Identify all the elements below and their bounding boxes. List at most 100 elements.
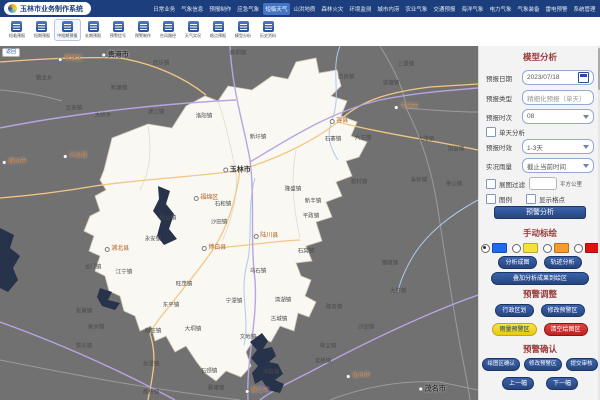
map-canvas[interactable]: 贵港市玉林市茂名市覃塘区横州市兴业县容县福绵区陆川县博白县浦北县岑溪市廉江市化州… [0,46,478,400]
color-swatch [523,243,538,253]
confirm-button-0[interactable]: 绘图区确认 [482,358,520,371]
color-swatch [554,243,569,253]
adjust-button-0[interactable]: 行政区划 [495,304,533,317]
manual-plot-button-0[interactable]: 分析成图 [498,256,536,269]
topnav-item-15[interactable]: 系统管理 [571,3,598,15]
tab-8[interactable]: 格点预报 [206,19,231,41]
forecast-type-value: 精细化预报（单天） [527,93,586,103]
adjust-button-3[interactable]: 清空绘图区 [544,323,588,336]
panel-title: 模型分析 [479,51,600,63]
tab-4[interactable]: 预警信号 [106,19,131,41]
tab-bar: 短临预报 短期预报 中短期预报长期预报预警信号 预警制作台风路径天气实况 格点预报模型分… [0,17,600,49]
analysis-panel: 模型分析 预报日期 2023/07/18 预报类型 精细化预报（单天） 预报时次… [478,46,600,400]
lead-time-value: 1-3天 [527,142,543,152]
topnav-item-14[interactable]: 雷电预警 [543,3,570,15]
plot-color-option-2[interactable] [543,243,569,253]
tab-0[interactable]: 短临预报 [4,19,29,41]
legend-checkbox[interactable] [486,194,496,204]
tab-9[interactable]: 模型分析 [231,19,256,41]
topnav-item-9[interactable]: 农业气象 [403,3,430,15]
tab-icon [263,21,274,32]
forecast-time-select[interactable]: 08 [522,109,594,124]
topnav-item-13[interactable]: 气象装备 [515,3,542,15]
radio-icon [512,244,521,253]
chevron-down-icon [583,164,589,168]
map-back-button[interactable]: 返回 [2,48,20,57]
warning-analyze-button[interactable]: 预警分析 [494,206,586,219]
lead-time-label: 预报时效 [486,142,522,152]
topnav-item-6[interactable]: 森林火灾 [319,3,346,15]
app-title: 玉林市业务制作系统 [20,4,83,14]
tab-2[interactable]: 中短期预报 [54,19,81,41]
confirm-button-2[interactable]: 提交审核 [566,358,598,371]
topnav-item-5[interactable]: 山洪地质 [291,3,318,15]
topnav-item-12[interactable]: 电力气象 [487,3,514,15]
warning-confirm-buttons: 绘图区确认修改预警区提交审核 [479,358,600,371]
rain-label: 实况雨量 [486,161,522,171]
topnav-item-0[interactable]: 日常业务 [151,3,178,15]
radio-icon [481,244,490,253]
forecast-time-value: 08 [527,113,534,120]
tab-label: 中短期预报 [57,33,77,38]
filter-area-input[interactable] [529,177,557,190]
topnav-item-11[interactable]: 海洋气象 [459,3,486,15]
topnav-item-8[interactable]: 城市内涝 [375,3,402,15]
app-logo[interactable]: 玉林市业务制作系统 [4,2,91,15]
app-window: 玉林市业务制作系统 日常业务气象信息预报制作应急气象短临天气山洪地质森林火灾环境… [0,0,600,400]
topnav-item-10[interactable]: 交通预报 [431,3,458,15]
tab-icon [163,21,174,32]
tab-label: 预警信号 [110,33,126,38]
lead-time-select[interactable]: 1-3天 [522,139,594,154]
top-menu: 日常业务气象信息预报制作应急气象短临天气山洪地质森林火灾环境监测城市内涝农业气象… [151,0,598,17]
calendar-icon[interactable] [578,72,589,83]
manual-plot-title: 手动标绘 [479,227,600,239]
tab-label: 短临预报 [8,33,24,38]
plot-color-option-3[interactable] [574,243,600,253]
plot-color-option-0[interactable] [481,243,507,253]
tab-label: 预警制作 [135,33,151,38]
tab-label: 天气实况 [185,33,201,38]
topnav-item-4[interactable]: 短临天气 [263,3,290,15]
tab-icon [11,21,22,32]
tab-7[interactable]: 天气实况 [181,19,206,41]
app-logo-icon [8,4,17,13]
single-day-checkbox[interactable] [486,127,496,137]
tab-label: 短期预报 [33,33,49,38]
manual-plot-button-1[interactable]: 轨迹分析 [544,256,582,269]
color-swatch [492,243,507,253]
topnav-item-7[interactable]: 环境监测 [347,3,374,15]
prev-button[interactable]: 上一幅 [502,377,534,390]
tab-icon [88,21,99,32]
forecast-date-input[interactable]: 2023/07/18 [522,70,594,85]
tab-1[interactable]: 短期预报 [29,19,54,41]
rain-select[interactable]: 截止当前时间 [522,158,594,173]
topnav-item-2[interactable]: 预报制作 [207,3,234,15]
topnav-item-3[interactable]: 应急气象 [235,3,262,15]
single-day-label: 单天分析 [499,127,525,137]
tab-3[interactable]: 长期预报 [81,19,106,41]
rain-value: 截止当前时间 [527,161,566,171]
forecast-time-label: 预报时次 [486,112,522,122]
warning-adjust-buttons: 行政区划修改预警区雨量预警区清空绘图区 [479,304,600,336]
topnav-item-1[interactable]: 气象信息 [179,3,206,15]
adjust-button-2[interactable]: 雨量预警区 [492,323,536,336]
tab-icon [62,21,73,32]
tab-icon [238,21,249,32]
top-bar: 玉林市业务制作系统 日常业务气象信息预报制作应急气象短临天气山洪地质森林火灾环境… [0,0,600,17]
tab-10[interactable]: 历史资料 [256,19,281,41]
adjust-button-1[interactable]: 修改预警区 [541,304,585,317]
yulin-region-polygon [84,58,367,381]
confirm-button-1[interactable]: 修改预警区 [524,358,562,371]
filter-checkbox[interactable] [486,179,496,189]
tab-6[interactable]: 台风路径 [156,19,181,41]
warning-adjust-title: 预警调整 [479,288,600,300]
legend-label: 图例 [499,194,512,204]
tab-label: 历史资料 [260,33,276,38]
grid-checkbox[interactable] [526,194,536,204]
next-button[interactable]: 下一幅 [546,377,578,390]
tab-5[interactable]: 预警制作 [131,19,156,41]
overlay-result-button[interactable]: 叠加分析成果到绘区 [491,272,589,285]
tab-label: 格点预报 [210,33,226,38]
plot-color-option-1[interactable] [512,243,538,253]
plot-color-options [479,243,600,253]
